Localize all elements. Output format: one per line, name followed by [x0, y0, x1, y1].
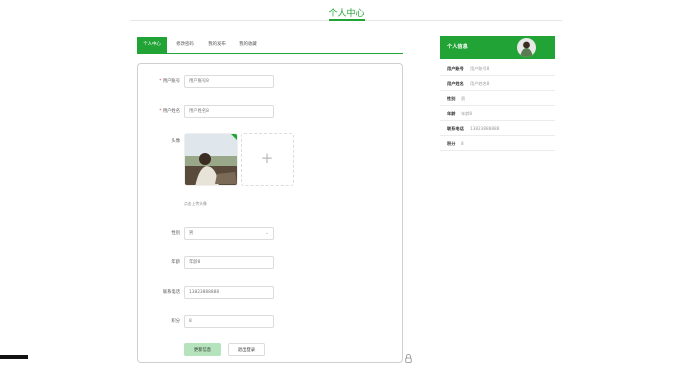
plus-icon[interactable]: +: [258, 146, 276, 170]
lock-icon[interactable]: [405, 348, 412, 363]
tab-personal-center[interactable]: 个人中心: [137, 37, 167, 53]
sidebar-title: 个人信息: [447, 44, 468, 50]
logout-button[interactable]: 退出登录: [228, 343, 265, 356]
tab-my-favorites[interactable]: 我的收藏: [233, 37, 263, 53]
bottom-left-bar: [0, 355, 28, 359]
sidebar-row-account: 用户账号 用户账号8: [440, 61, 555, 76]
points-input[interactable]: 8: [184, 315, 274, 328]
account-input[interactable]: 用户账号8: [184, 75, 274, 88]
avatar-image[interactable]: [184, 133, 238, 186]
chevron-down-icon: ⌄: [264, 230, 269, 236]
points-label: 积分: [171, 319, 180, 324]
tab-my-posts[interactable]: 我的发布: [202, 37, 232, 53]
gender-label: 性别: [171, 231, 180, 236]
age-label: 年龄: [171, 260, 180, 265]
sidebar-row-name: 用户姓名 用户姓名8: [440, 76, 555, 91]
avatar-label: 头像: [171, 139, 180, 144]
tab-change-password[interactable]: 修改密码: [170, 37, 200, 53]
gender-select[interactable]: 男 ⌄: [184, 227, 274, 240]
avatar-upload-hint: 点击上传头像: [184, 201, 207, 206]
age-input[interactable]: 年龄8: [184, 256, 274, 269]
title-underline: [329, 19, 365, 21]
sidebar-avatar: [517, 38, 536, 57]
sidebar-row-points: 积分 8: [440, 136, 555, 151]
update-info-button[interactable]: 更新信息: [184, 343, 221, 356]
tab-underline: [137, 53, 403, 54]
sidebar-row-age: 年龄 年龄8: [440, 106, 555, 121]
phone-input[interactable]: 13823888888: [184, 286, 274, 299]
sidebar-row-gender: 性别 男: [440, 91, 555, 106]
page-title: 个人中心: [328, 9, 365, 19]
name-input[interactable]: 用户姓名8: [184, 105, 274, 118]
sidebar-row-phone: 联系电话 13823888888: [440, 121, 555, 136]
account-label: * 用户账号: [159, 79, 180, 84]
name-label: * 用户姓名: [159, 109, 180, 114]
phone-label: 联系电话: [162, 290, 180, 295]
